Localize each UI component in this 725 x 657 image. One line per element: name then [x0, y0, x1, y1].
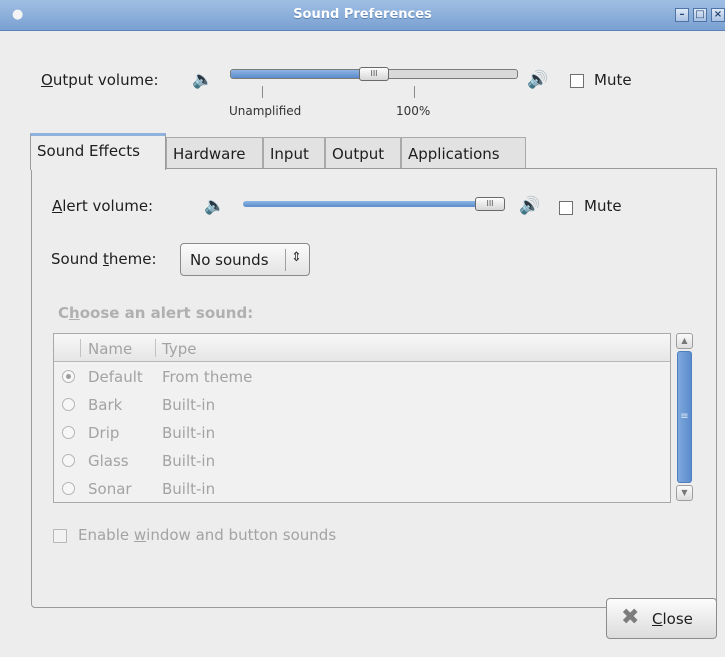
- tab-applications[interactable]: Applications: [401, 137, 526, 169]
- close-button[interactable]: ✖ Close: [606, 598, 717, 639]
- tick-100-label: 100%: [396, 104, 431, 118]
- tick-unamplified-label: Unamplified: [229, 104, 302, 118]
- radio-icon[interactable]: [62, 426, 75, 439]
- sound-theme-label: Sound theme:: [51, 250, 157, 268]
- list-header: Name Type: [54, 334, 670, 362]
- output-mute-checkbox[interactable]: [570, 74, 584, 88]
- enable-window-sounds-checkbox[interactable]: [53, 529, 67, 543]
- output-volume-fill: [231, 70, 375, 78]
- close-x-icon: ✖: [621, 605, 640, 630]
- scroll-thumb[interactable]: ≡: [677, 351, 692, 483]
- alert-mute-checkbox[interactable]: [559, 201, 573, 215]
- list-item[interactable]: Default From theme: [54, 363, 670, 391]
- list-item[interactable]: Sonar Built-in: [54, 475, 670, 503]
- alert-mute-label: Mute: [584, 197, 622, 215]
- speaker-low-icon: 🔈: [192, 70, 214, 90]
- list-item[interactable]: Glass Built-in: [54, 447, 670, 475]
- radio-icon[interactable]: [62, 482, 75, 495]
- tab-sound-effects[interactable]: Sound Effects: [30, 133, 166, 170]
- close-icon[interactable]: ×: [711, 8, 725, 22]
- speaker-low-icon: 🔈: [204, 196, 226, 216]
- output-volume-handle[interactable]: III: [359, 67, 389, 81]
- column-type-header[interactable]: Type: [162, 340, 196, 358]
- alert-volume-handle[interactable]: III: [475, 197, 505, 211]
- choose-alert-heading: Choose an alert sound:: [58, 304, 254, 322]
- enable-window-sounds-label: Enable window and button sounds: [78, 526, 337, 544]
- tab-output[interactable]: Output: [325, 137, 401, 169]
- alert-volume-fill: [243, 201, 490, 207]
- tick-unamplified: [262, 86, 263, 98]
- alert-volume-slider[interactable]: [243, 201, 505, 207]
- list-scrollbar[interactable]: ▲ ≡ ▼: [676, 333, 693, 503]
- close-button-label: Close: [652, 610, 693, 628]
- output-mute-label: Mute: [594, 71, 632, 89]
- column-name-header[interactable]: Name: [88, 340, 132, 358]
- tick-100: [414, 86, 415, 98]
- list-item[interactable]: Bark Built-in: [54, 391, 670, 419]
- window-title: Sound Preferences: [293, 7, 432, 22]
- scroll-up-icon[interactable]: ▲: [676, 333, 693, 349]
- list-item[interactable]: Drip Built-in: [54, 419, 670, 447]
- scroll-down-icon[interactable]: ▼: [676, 485, 693, 501]
- radio-icon[interactable]: [62, 454, 75, 467]
- up-down-arrows-icon: ⇕: [291, 250, 302, 265]
- combo-separator: [285, 249, 286, 271]
- tab-input[interactable]: Input: [263, 137, 325, 169]
- speaker-high-icon: 🔊: [527, 70, 549, 90]
- tab-hardware[interactable]: Hardware: [166, 137, 263, 169]
- column-separator: [155, 339, 156, 357]
- minimize-icon[interactable]: –: [675, 8, 689, 22]
- title-bar: ● Sound Preferences – □ ×: [0, 0, 725, 31]
- sound-theme-select[interactable]: No sounds ⇕: [180, 243, 310, 276]
- sound-theme-value: No sounds: [190, 251, 269, 269]
- radio-selected-icon[interactable]: [62, 370, 75, 383]
- alert-volume-label: Alert volume:: [52, 197, 154, 215]
- radio-icon[interactable]: [62, 398, 75, 411]
- alert-sound-list[interactable]: Name Type Default From theme Bark Built-…: [53, 333, 671, 503]
- maximize-icon[interactable]: □: [693, 8, 707, 22]
- speaker-high-icon: 🔊: [519, 196, 541, 216]
- output-volume-label: Output volume:: [41, 71, 159, 89]
- column-separator: [80, 339, 81, 357]
- window-body: Output volume: 🔈 III 🔊 Mute Unamplified …: [0, 31, 725, 657]
